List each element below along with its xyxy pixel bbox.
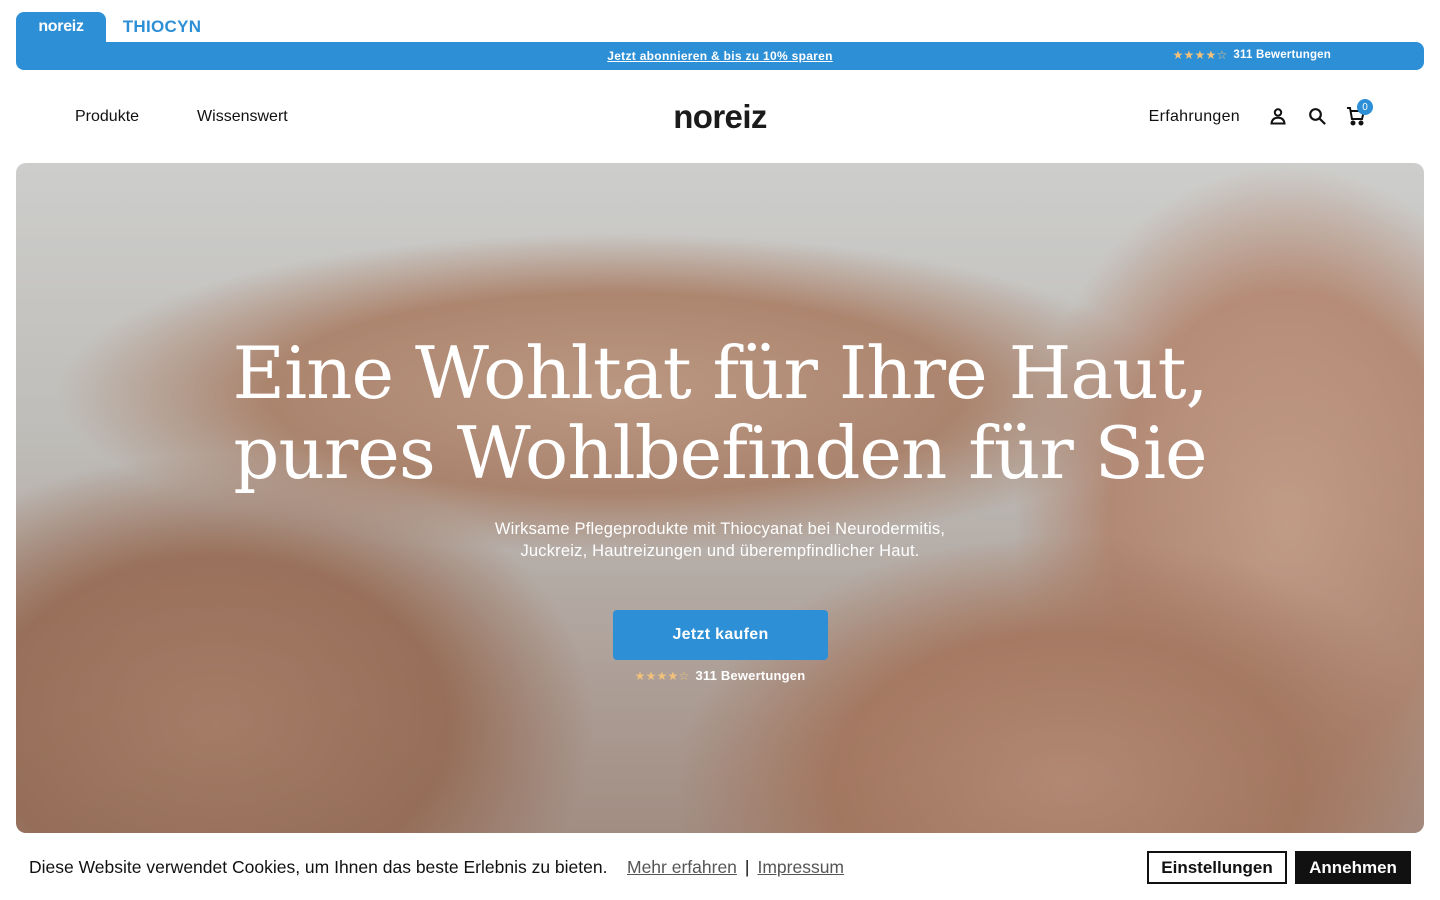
- announcement-rating[interactable]: ★ ★ ★ ★ ☆ 311 Bewertungen: [1173, 49, 1331, 61]
- cookie-message: Diese Website verwendet Cookies, um Ihne…: [29, 857, 608, 877]
- cart-count-badge: 0: [1357, 99, 1373, 115]
- account-icon[interactable]: [1268, 106, 1288, 126]
- brand-tab-noreiz[interactable]: noreiz: [16, 12, 106, 42]
- link-separator: |: [744, 857, 750, 877]
- cookie-banner: Diese Website verwendet Cookies, um Ihne…: [0, 833, 1440, 900]
- rating-stars-icon: ★ ★ ★ ★ ☆: [1172, 48, 1228, 62]
- brand-switcher: noreiz THIOCYN: [16, 12, 218, 42]
- rating-stars-icon: ★ ★ ★ ★ ☆: [634, 668, 690, 683]
- rating-count: 311 Bewertungen: [695, 668, 806, 683]
- imprint-link[interactable]: Impressum: [757, 857, 844, 878]
- search-icon[interactable]: [1307, 106, 1327, 126]
- site-header: Produkte Wissenswert noreiz Erfahrungen …: [0, 70, 1440, 163]
- learn-more-link[interactable]: Mehr erfahren: [627, 857, 737, 878]
- hero-subtitle-line-1: Wirksame Pflegeprodukte mit Thiocyanat b…: [494, 520, 946, 538]
- announcement-bar: Jetzt abonnieren & bis zu 10% sparen ★ ★ ★…: [16, 42, 1424, 70]
- hero-subtitle: Wirksame Pflegeprodukte mit Thiocyanat b…: [16, 518, 1424, 562]
- buy-now-button[interactable]: Jetzt kaufen: [613, 610, 828, 660]
- hero-banner: Eine Wohltat für Ihre Haut, pures Wohlbe…: [16, 163, 1424, 833]
- cookie-settings-button[interactable]: Einstellungen: [1147, 851, 1287, 884]
- nav-item-erfahrungen[interactable]: Erfahrungen: [1149, 108, 1240, 126]
- hero-image: [16, 163, 1424, 833]
- hero-subtitle-line-2: Juckreiz, Hautreizungen und überempfindl…: [520, 542, 920, 560]
- brand-tab-thiocyn[interactable]: THIOCYN: [106, 12, 218, 42]
- hero-title-line-1: Eine Wohltat für Ihre Haut,: [232, 331, 1209, 415]
- hero-rating[interactable]: ★ ★ ★ ★ ☆ 311 Bewertungen: [16, 668, 1424, 683]
- hero-title: Eine Wohltat für Ihre Haut, pures Wohlbe…: [16, 333, 1424, 493]
- cookie-links: Mehr erfahren | Impressum: [627, 857, 844, 878]
- hero-title-line-2: pures Wohlbefinden für Sie: [233, 411, 1207, 495]
- rating-count: 311 Bewertungen: [1233, 49, 1331, 61]
- cookie-accept-button[interactable]: Annehmen: [1295, 851, 1411, 884]
